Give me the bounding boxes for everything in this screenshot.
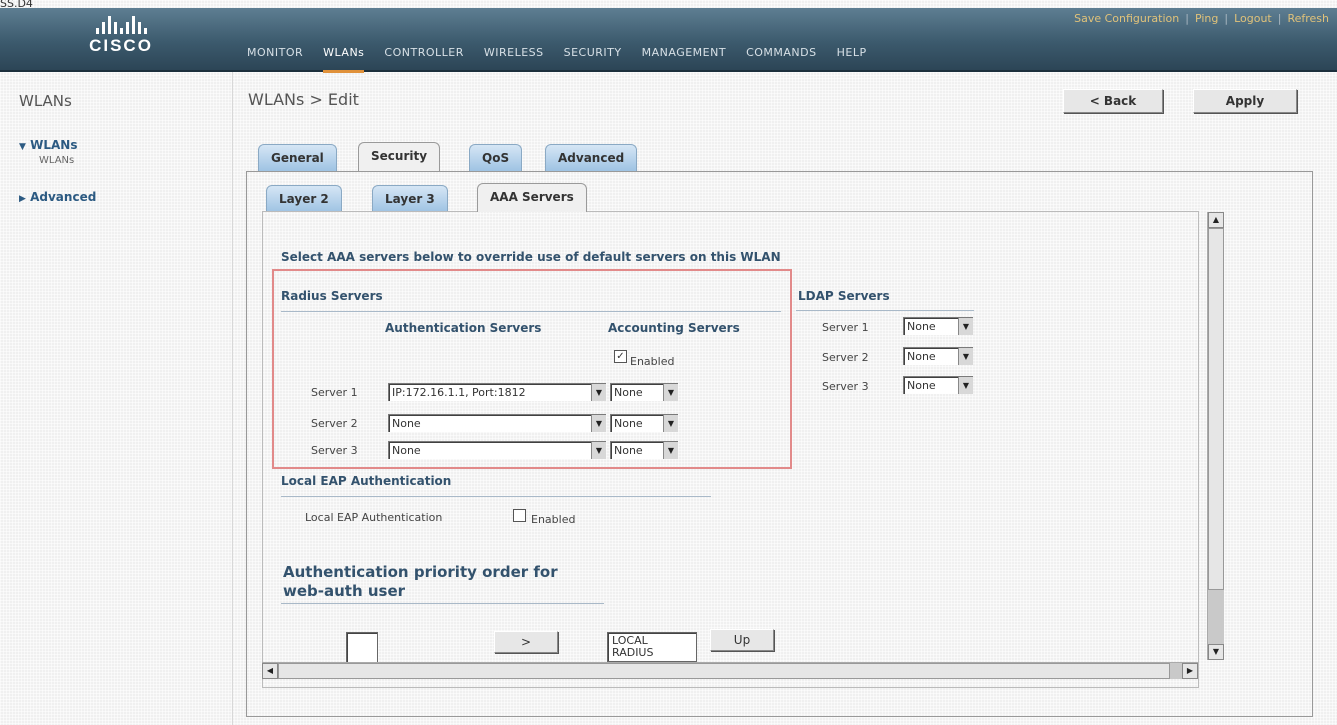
radius-server-1-label: Server 1 bbox=[311, 386, 358, 399]
priority-item-radius[interactable]: RADIUS bbox=[612, 647, 692, 659]
sidebar-item-advanced[interactable]: ▶ Advanced bbox=[19, 190, 96, 204]
dropdown-arrow-icon: ▼ bbox=[591, 415, 606, 432]
sidebar-subitem-wlans[interactable]: WLANs bbox=[39, 155, 74, 166]
auth-server-2-select[interactable]: None ▼ bbox=[388, 414, 606, 432]
aaa-intro: Select AAA servers below to override use… bbox=[281, 250, 781, 264]
acct-server-3-select[interactable]: None ▼ bbox=[610, 441, 678, 459]
local-eap-enabled-label: Enabled bbox=[531, 513, 576, 526]
collapsed-triangle-icon: ▶ bbox=[19, 194, 26, 204]
local-eap-rule bbox=[281, 496, 711, 497]
page-title: WLANs > Edit bbox=[248, 90, 359, 109]
nav-wireless[interactable]: WIRELESS bbox=[484, 46, 556, 59]
logout-link[interactable]: Logout bbox=[1234, 12, 1272, 25]
top-fragment-text: SS.D4 bbox=[0, 0, 33, 8]
sidebar-item-wlans[interactable]: ▼ WLANs bbox=[19, 138, 77, 152]
apply-button[interactable]: Apply bbox=[1193, 89, 1297, 113]
dropdown-arrow-icon: ▼ bbox=[591, 442, 606, 459]
brand-name: CISCO bbox=[89, 36, 153, 55]
sidebar-item-label: Advanced bbox=[30, 190, 97, 204]
radius-server-3-label: Server 3 bbox=[311, 444, 358, 457]
local-eap-label: Local EAP Authentication bbox=[305, 511, 443, 524]
top-links: Save Configuration | Ping | Logout | Refresh bbox=[1074, 12, 1329, 25]
scroll-left-icon[interactable]: ◀ bbox=[262, 663, 278, 679]
tab-qos[interactable]: QoS bbox=[469, 144, 523, 171]
acct-server-2-select[interactable]: None ▼ bbox=[610, 414, 678, 432]
scroll-down-icon[interactable]: ▼ bbox=[1208, 644, 1224, 660]
move-right-button[interactable]: > bbox=[494, 631, 558, 653]
save-configuration-link[interactable]: Save Configuration bbox=[1074, 12, 1179, 25]
horizontal-scrollbar[interactable]: ◀ ▶ bbox=[262, 662, 1198, 679]
main-nav: MONITOR WLANs CONTROLLER WIRELESS SECURI… bbox=[247, 46, 887, 73]
ldap-server-1-select[interactable]: None ▼ bbox=[903, 317, 973, 335]
subtab-aaa-servers[interactable]: AAA Servers bbox=[477, 183, 587, 212]
local-eap-heading: Local EAP Authentication bbox=[281, 474, 452, 488]
header-bar: CISCO Save Configuration | Ping | Logout | Ref… bbox=[0, 8, 1337, 73]
vertical-scrollbar[interactable]: ▲ ▼ bbox=[1207, 212, 1224, 660]
nav-management[interactable]: MANAGEMENT bbox=[642, 46, 738, 59]
dropdown-arrow-icon: ▼ bbox=[591, 384, 606, 401]
auth-servers-header: Authentication Servers bbox=[385, 321, 542, 335]
ldap-server-2-label: Server 2 bbox=[822, 351, 869, 364]
ldap-server-2-select[interactable]: None ▼ bbox=[903, 347, 973, 365]
dropdown-arrow-icon: ▼ bbox=[958, 348, 973, 365]
nav-commands[interactable]: COMMANDS bbox=[746, 46, 829, 59]
cisco-logo: CISCO bbox=[76, 14, 166, 55]
nav-wlans[interactable]: WLANs bbox=[323, 46, 376, 73]
radius-rule bbox=[281, 311, 781, 312]
dropdown-arrow-icon: ▼ bbox=[663, 384, 678, 401]
scroll-up-icon[interactable]: ▲ bbox=[1208, 212, 1224, 228]
local-eap-enabled-checkbox[interactable] bbox=[513, 509, 526, 522]
scroll-right-icon[interactable]: ▶ bbox=[1182, 663, 1198, 679]
auth-server-1-select[interactable]: IP:172.16.1.1, Port:1812 ▼ bbox=[388, 383, 606, 401]
back-button[interactable]: < Back bbox=[1063, 89, 1163, 113]
nav-help[interactable]: HELP bbox=[837, 46, 879, 59]
cisco-bars-icon bbox=[76, 14, 166, 34]
acct-servers-header: Accounting Servers bbox=[608, 321, 740, 335]
ping-link[interactable]: Ping bbox=[1195, 12, 1218, 25]
tab-general[interactable]: General bbox=[258, 144, 337, 171]
ldap-server-3-select[interactable]: None ▼ bbox=[903, 376, 973, 394]
tab-advanced[interactable]: Advanced bbox=[545, 144, 638, 171]
available-methods-list[interactable] bbox=[346, 632, 378, 664]
priority-heading: Authentication priority order for web-au… bbox=[283, 563, 558, 600]
ldap-heading: LDAP Servers bbox=[798, 289, 890, 303]
dropdown-arrow-icon: ▼ bbox=[663, 415, 678, 432]
acct-enabled-checkbox[interactable]: ✓ bbox=[614, 350, 627, 363]
up-button[interactable]: Up bbox=[710, 629, 774, 651]
horizontal-scroll-thumb[interactable] bbox=[278, 663, 1170, 679]
ldap-server-1-label: Server 1 bbox=[822, 321, 869, 334]
dropdown-arrow-icon: ▼ bbox=[958, 318, 973, 335]
acct-enabled-label: Enabled bbox=[630, 355, 675, 368]
radius-heading: Radius Servers bbox=[281, 289, 383, 303]
dropdown-arrow-icon: ▼ bbox=[663, 442, 678, 459]
radius-server-2-label: Server 2 bbox=[311, 417, 358, 430]
vertical-scroll-thumb[interactable] bbox=[1208, 228, 1224, 590]
ldap-server-3-label: Server 3 bbox=[822, 380, 869, 393]
sidebar-item-label: WLANs bbox=[30, 138, 78, 152]
acct-server-1-select[interactable]: None ▼ bbox=[610, 383, 678, 401]
nav-controller[interactable]: CONTROLLER bbox=[384, 46, 475, 59]
nav-security[interactable]: SECURITY bbox=[564, 46, 634, 59]
auth-server-3-select[interactable]: None ▼ bbox=[388, 441, 606, 459]
expanded-triangle-icon: ▼ bbox=[19, 142, 26, 152]
sidebar-title: WLANs bbox=[19, 92, 72, 110]
priority-order-list[interactable]: LOCAL RADIUS bbox=[607, 632, 697, 662]
ldap-rule bbox=[796, 310, 974, 311]
subtab-layer-2[interactable]: Layer 2 bbox=[266, 185, 342, 212]
priority-rule bbox=[281, 603, 604, 604]
tab-security[interactable]: Security bbox=[358, 142, 441, 171]
sidebar: WLANs ▼ WLANs WLANs ▶ Advanced bbox=[0, 72, 233, 725]
dropdown-arrow-icon: ▼ bbox=[958, 377, 973, 394]
nav-monitor[interactable]: MONITOR bbox=[247, 46, 315, 59]
refresh-link[interactable]: Refresh bbox=[1287, 12, 1329, 25]
subtab-layer-3[interactable]: Layer 3 bbox=[372, 185, 448, 212]
